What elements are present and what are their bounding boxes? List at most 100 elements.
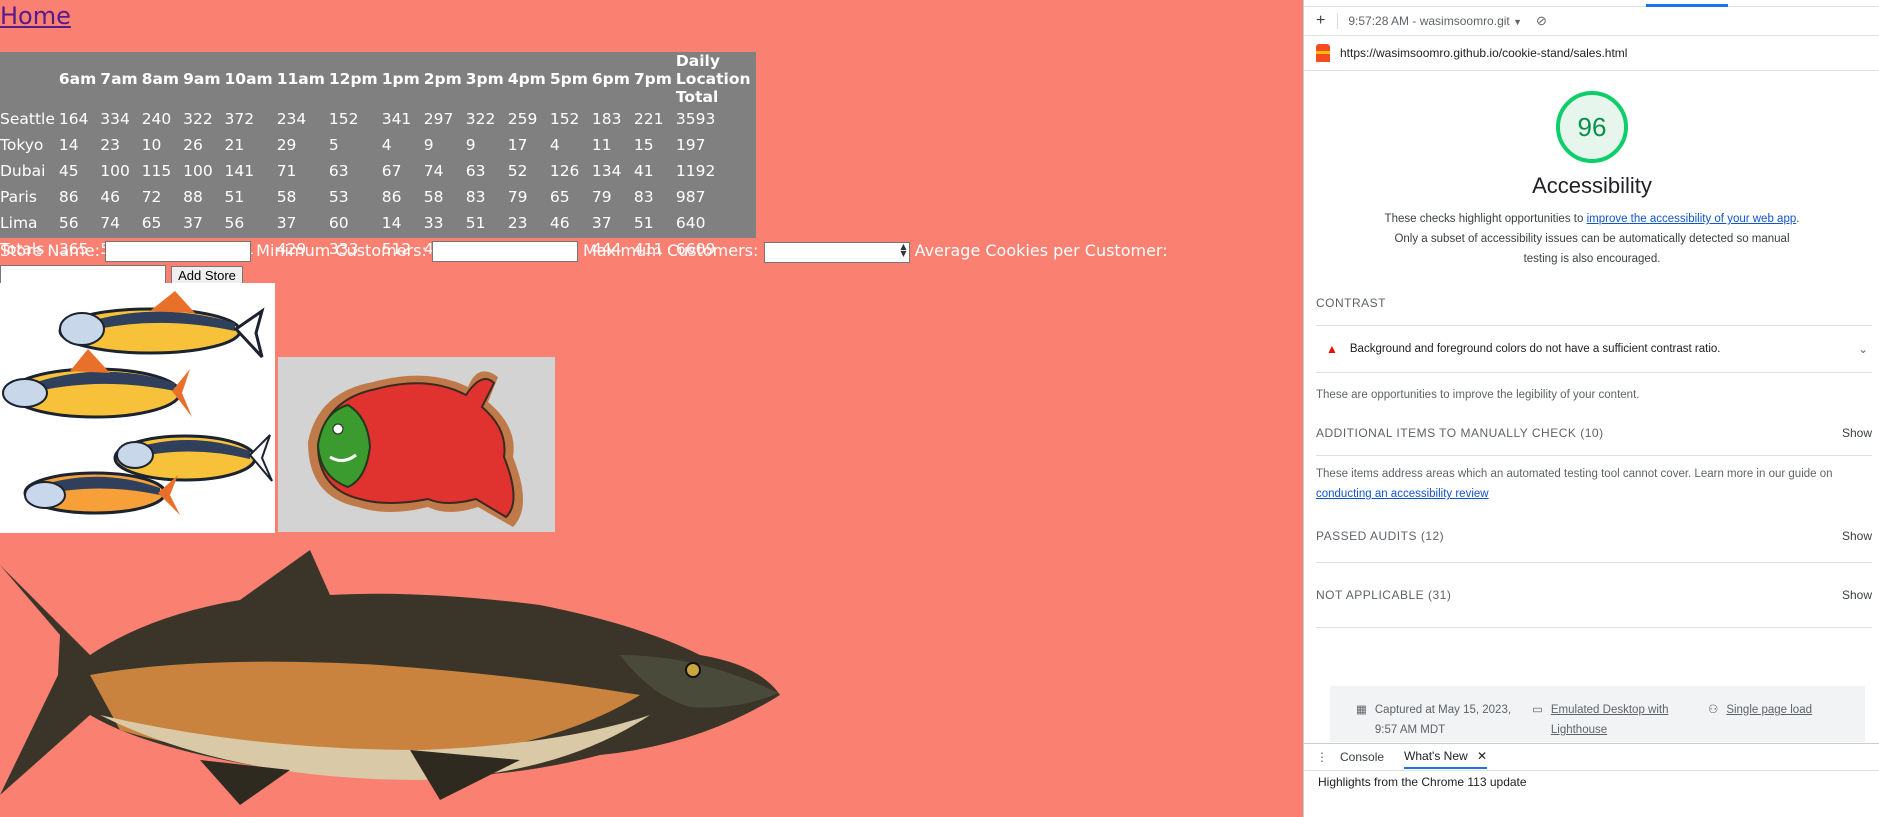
column-header: 4pm — [507, 70, 546, 88]
improve-accessibility-link[interactable]: improve the accessibility of your web ap… — [1587, 213, 1797, 225]
fish-illustration-1 — [58, 291, 265, 359]
column-header: Daily Location Total — [675, 52, 751, 106]
score-section: 96 Accessibility These checks highlight … — [1304, 91, 1879, 269]
table-cell: 41 — [633, 162, 654, 180]
table-cell: 100 — [100, 162, 130, 180]
column-header: 12pm — [328, 70, 378, 88]
devtools-panel: + 9:57:28 AM - wasimsoomro.git ▼ ⊘ https… — [1303, 0, 1879, 817]
tab-console[interactable]: Console — [1340, 750, 1384, 764]
min-customers-input[interactable] — [431, 241, 578, 262]
fish-illustration-2 — [2, 349, 192, 419]
passed-count: (12) — [1420, 529, 1445, 543]
table-cell: 15 — [633, 136, 654, 154]
accessibility-review-link[interactable]: conducting an accessibility review — [1316, 488, 1489, 500]
table-row: Seattle 164 334 240 322 372 234 152 341 297 322 259… — [0, 106, 756, 132]
table-cell: 53 — [328, 188, 349, 206]
salmon-photo-image — [0, 545, 790, 807]
report-url[interactable]: https://wasimsoomro.github.io/cookie-sta… — [1340, 46, 1627, 60]
table-cell: 322 — [465, 110, 496, 128]
row-header-cell: Lima — [0, 214, 38, 232]
table-cell: 72 — [141, 188, 162, 206]
table-cell: 100 — [183, 162, 213, 180]
table-cell: 4 — [549, 136, 560, 154]
table-cell: 322 — [183, 110, 213, 128]
table-cell: 37 — [276, 214, 297, 232]
number-stepper-icon[interactable]: ▲ ▼ — [900, 243, 906, 258]
passed-heading: PASSED AUDITS — [1316, 529, 1417, 543]
table-cell: 3593 — [675, 110, 716, 128]
report-selector-row: + 9:57:28 AM - wasimsoomro.git ▼ ⊘ — [1304, 7, 1879, 36]
manual-text: These items address areas which an autom… — [1316, 468, 1833, 480]
column-header: 5pm — [549, 70, 588, 88]
report-select[interactable]: 9:57:28 AM - wasimsoomro.git ▼ — [1348, 14, 1522, 28]
salmon-cookie-image — [278, 357, 555, 532]
avg-cookies-label: Average Cookies per Customer: — [914, 241, 1168, 260]
table-cell: 21 — [224, 136, 245, 154]
lighthouse-icon — [1316, 44, 1330, 62]
drawer-tab-strip: ⋮ Console What's New ✕ — [1304, 743, 1879, 771]
clear-reports-icon[interactable]: ⊘ — [1536, 13, 1547, 29]
new-report-icon[interactable]: + — [1316, 12, 1325, 30]
table-cell: 79 — [507, 188, 528, 206]
table-cell: 83 — [633, 188, 654, 206]
table-cell: 51 — [465, 214, 486, 232]
table-cell: 51 — [224, 188, 245, 206]
table-cell: 29 — [276, 136, 297, 154]
emulated-device[interactable]: Emulated Desktop with Lighthouse — [1551, 700, 1702, 740]
manual-count: (10) — [1580, 426, 1604, 440]
table-row: Tokyo 14 23 10 26 21 29 5 4 9 9 17 4 11 15 197 — [0, 132, 756, 158]
contrast-heading: CONTRAST — [1316, 296, 1386, 310]
na-show-button[interactable]: Show — [1842, 588, 1872, 602]
table-cell: 234 — [276, 110, 307, 128]
column-header — [0, 52, 55, 106]
column-header: 6am — [58, 70, 97, 88]
score-gauge: 96 — [1556, 91, 1628, 163]
table-cell: 65 — [549, 188, 570, 206]
table-cell: 86 — [58, 188, 79, 206]
table-cell: 4 — [381, 136, 392, 154]
sales-table: 6am 7am 8am 9am 10am 11am 12pm 1pm 2pm 3pm 4pm 5pm 6… — [0, 52, 756, 258]
table-cell: 46 — [100, 188, 121, 206]
column-header: 8am — [141, 70, 180, 88]
table-cell: 141 — [224, 162, 255, 180]
table-cell: 240 — [141, 110, 172, 128]
passed-audits-header[interactable]: PASSED AUDITS (12) Show — [1316, 510, 1872, 563]
column-header: 9am — [183, 70, 221, 88]
table-cell: 9 — [465, 136, 476, 154]
table-cell: 640 — [675, 214, 706, 232]
chevron-down-icon[interactable]: ⌄ — [1858, 342, 1868, 356]
single-page-load[interactable]: Single page load — [1726, 700, 1812, 720]
score-value: 96 — [1577, 111, 1607, 142]
manual-description: These items address areas which an autom… — [1316, 464, 1872, 504]
table-cell: 164 — [58, 110, 89, 128]
close-icon[interactable]: ✕ — [1477, 749, 1487, 763]
web-page: Home 6am 7am 8am 9am 10am 11am 12pm 1pm 2pm 3pm 4p… — [0, 0, 1303, 817]
table-cell: 26 — [183, 136, 203, 154]
drawer-menu-icon[interactable]: ⋮ — [1316, 750, 1328, 764]
devices-icon: ▭ — [1532, 704, 1543, 716]
table-cell: 71 — [276, 162, 297, 180]
manual-show-button[interactable]: Show — [1842, 426, 1872, 440]
table-cell: 45 — [58, 162, 79, 180]
fish-illustration-3 — [113, 434, 273, 482]
dropdown-arrow-icon: ▼ — [1513, 17, 1523, 27]
table-cell: 152 — [328, 110, 359, 128]
table-cell: 197 — [675, 136, 706, 154]
row-header-cell: Paris — [0, 188, 37, 206]
contrast-audit-row[interactable]: ▲ Background and foreground colors do no… — [1316, 326, 1872, 373]
passed-show-button[interactable]: Show — [1842, 529, 1872, 543]
manual-checks-header[interactable]: ADDITIONAL ITEMS TO MANUALLY CHECK (10) … — [1316, 411, 1872, 456]
table-cell: 11 — [591, 136, 612, 154]
not-applicable-header[interactable]: NOT APPLICABLE (31) Show — [1316, 563, 1872, 628]
table-cell: 46 — [549, 214, 570, 232]
max-customers-input[interactable] — [763, 242, 910, 263]
tab-whats-new[interactable]: What's New ✕ — [1404, 745, 1488, 769]
table-cell: 17 — [507, 136, 528, 154]
store-name-input[interactable] — [105, 241, 252, 262]
table-cell: 74 — [100, 214, 121, 232]
table-cell: 83 — [465, 188, 486, 206]
column-header: 6pm — [591, 70, 630, 88]
report-select-label: 9:57:28 AM - wasimsoomro.git — [1348, 14, 1510, 28]
home-link[interactable]: Home — [0, 2, 71, 30]
table-cell: 9 — [423, 136, 434, 154]
